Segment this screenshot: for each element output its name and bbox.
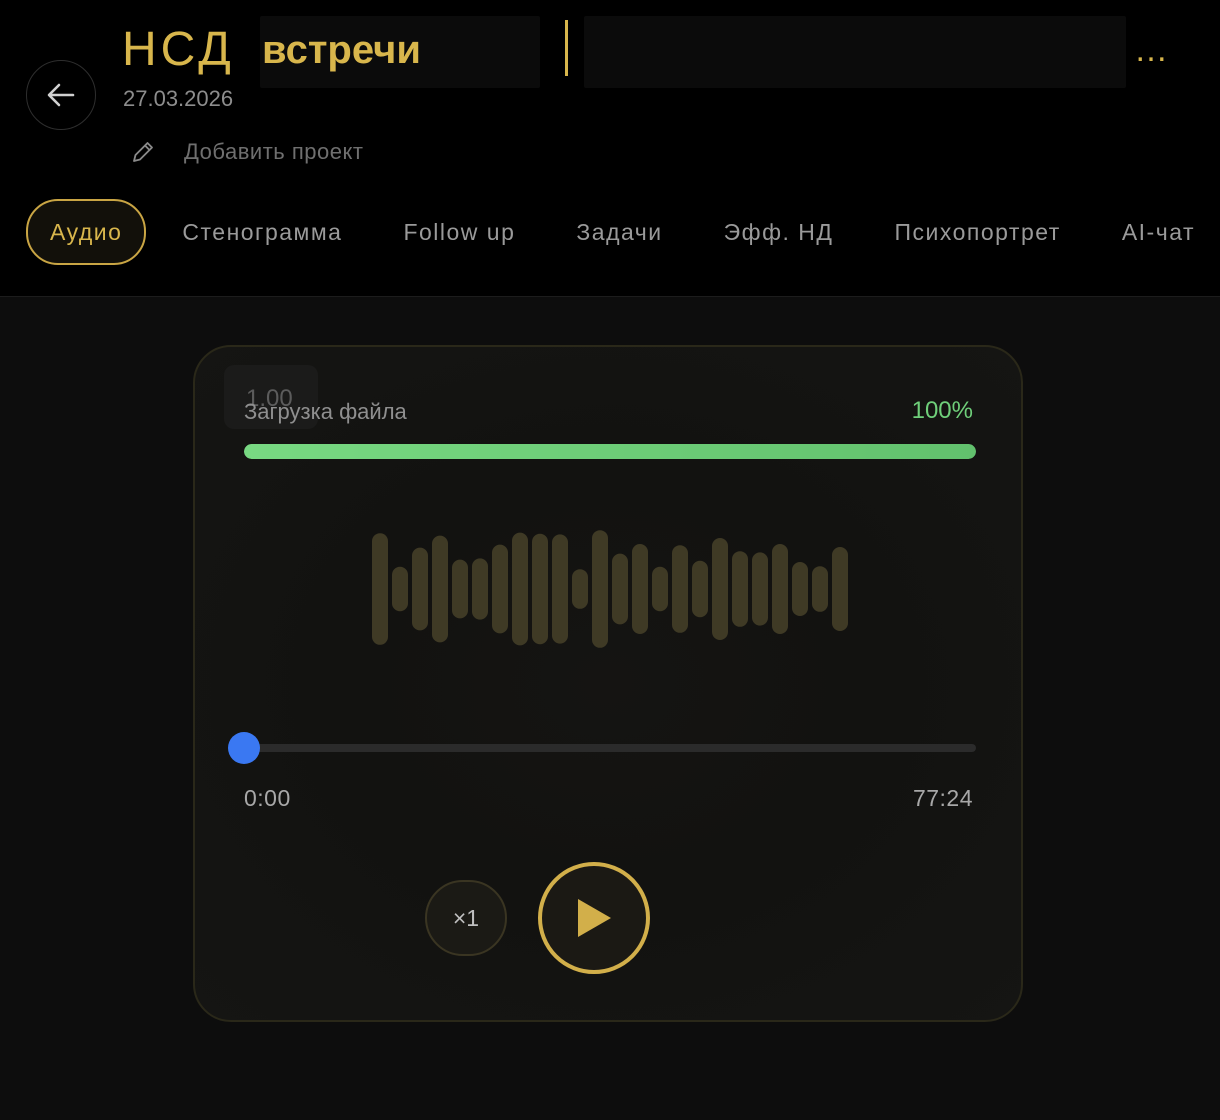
waveform — [372, 530, 848, 648]
total-time: 77:24 — [912, 785, 973, 811]
waveform-bar — [492, 544, 508, 634]
tab-tasks[interactable]: Задачи — [576, 201, 662, 263]
waveform-bar — [632, 544, 648, 634]
upload-progress-bar — [244, 444, 976, 459]
add-project-label: Добавить проект — [184, 139, 364, 164]
seek-thumb[interactable] — [228, 732, 260, 764]
audio-player-card: 1.00 Загрузка файла 100% 0:00 77:24 ×1 — [193, 345, 1023, 1022]
tab-follow-up[interactable]: Follow up — [403, 201, 515, 263]
tab-transcript[interactable]: Стенограмма — [182, 201, 342, 263]
tab-effectiveness[interactable]: Эфф. НД — [724, 201, 834, 263]
header: НСД встречи … 27.03.2026 Добавить проект… — [0, 0, 1220, 297]
pencil-icon — [133, 142, 153, 162]
playback-speed-button[interactable]: ×1 — [425, 880, 507, 956]
waveform-bar — [392, 566, 408, 612]
waveform-bar — [772, 544, 788, 634]
waveform-bar — [512, 532, 528, 646]
add-project-button[interactable]: Добавить проект — [130, 136, 363, 168]
title-ellipsis: … — [1134, 31, 1168, 69]
waveform-bar — [412, 547, 428, 631]
waveform-bar — [592, 530, 608, 648]
upload-percent: 100% — [911, 397, 973, 424]
waveform-bar — [692, 560, 708, 618]
waveform-bar — [672, 545, 688, 633]
waveform-bar — [832, 547, 848, 631]
play-button[interactable] — [538, 862, 650, 974]
meeting-date: 27.03.2026 — [123, 86, 234, 111]
title-prefix: НСД — [122, 23, 235, 76]
tab-ai-chat[interactable]: AI-чат — [1122, 201, 1195, 263]
redacted-block — [584, 16, 1126, 88]
meeting-title: НСД встречи … — [122, 16, 1202, 88]
back-button[interactable] — [26, 60, 96, 130]
waveform-bar — [752, 552, 768, 626]
waveform-bar — [732, 551, 748, 627]
waveform-bar — [572, 569, 588, 609]
upload-progress-fill — [244, 444, 976, 459]
tab-psychoportrait[interactable]: Психопортрет — [894, 201, 1060, 263]
waveform-bar — [532, 533, 548, 645]
tab-bar: Аудио Стенограмма Follow up Задачи Эфф. … — [26, 199, 1220, 265]
waveform-bar — [452, 559, 468, 619]
waveform-bar — [652, 566, 668, 612]
tab-audio[interactable]: Аудио — [26, 199, 147, 265]
waveform-bar — [712, 538, 728, 640]
waveform-bar — [792, 562, 808, 616]
play-icon — [578, 899, 611, 937]
waveform-bar — [472, 558, 488, 620]
waveform-bar — [612, 553, 628, 625]
waveform-bar — [372, 533, 388, 645]
upload-label: Загрузка файла — [244, 399, 407, 424]
waveform-bar — [432, 535, 448, 643]
current-time: 0:00 — [244, 785, 291, 811]
title-separator — [565, 20, 568, 76]
waveform-bar — [812, 566, 828, 612]
seek-bar[interactable] — [228, 732, 976, 764]
title-word: встречи — [262, 28, 421, 72]
waveform-bar — [552, 534, 568, 644]
arrow-left-icon — [47, 83, 75, 107]
